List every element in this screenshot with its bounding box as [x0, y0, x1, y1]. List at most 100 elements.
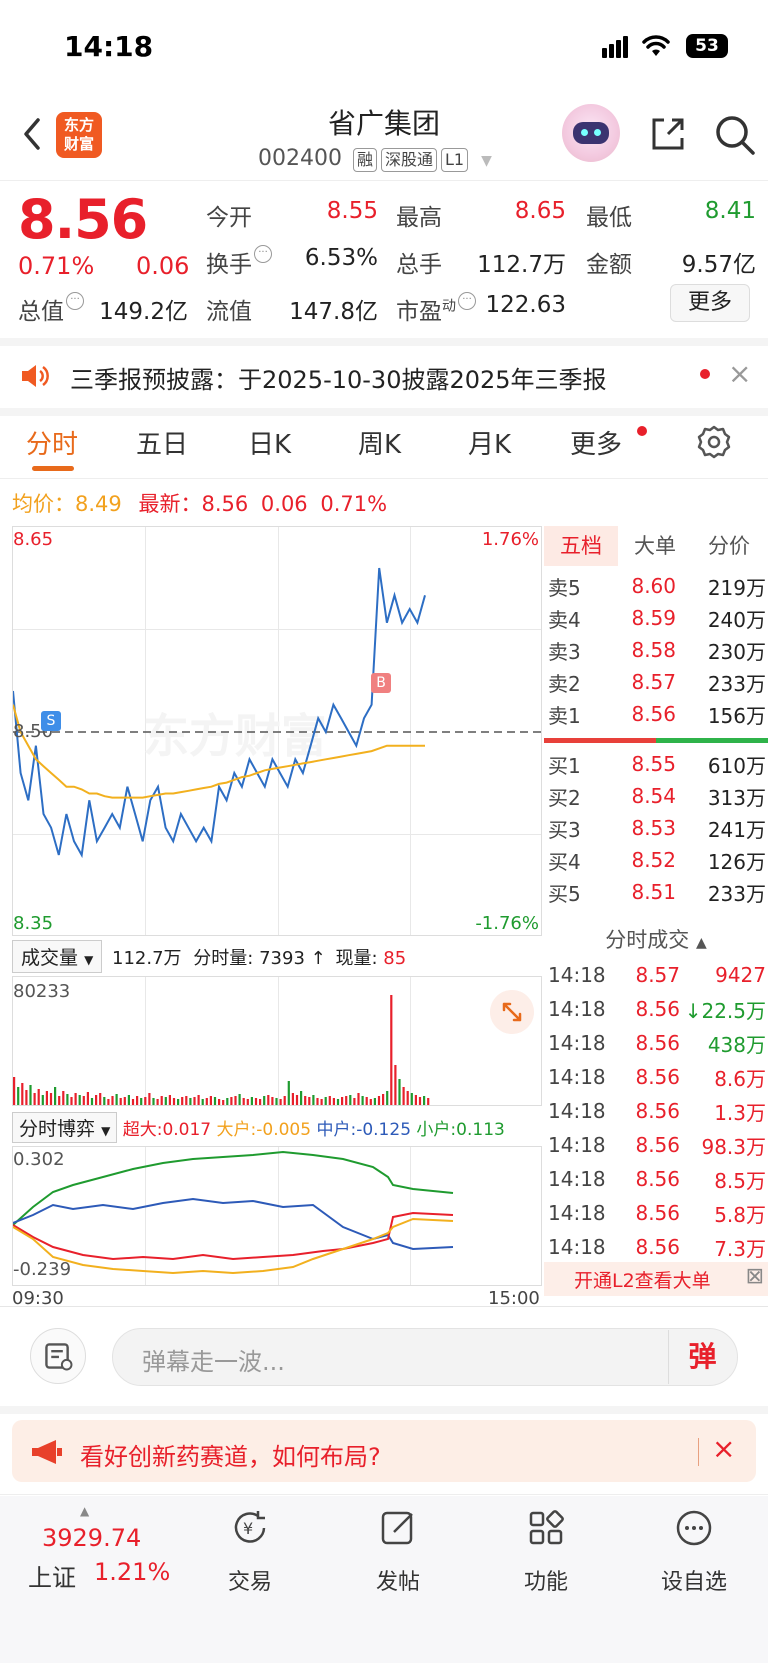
volume-bar	[234, 1096, 237, 1105]
volume-bar	[115, 1094, 118, 1105]
info-icon[interactable]: ···	[254, 245, 272, 263]
sell-marker[interactable]: S	[41, 711, 61, 731]
ask-row[interactable]: 卖3 8.58 230万	[544, 634, 768, 666]
volume-bar	[320, 1099, 323, 1105]
bid-price: 8.52	[631, 848, 676, 872]
volume-bar	[197, 1095, 200, 1105]
volume-bar	[144, 1097, 147, 1105]
status-icons: 53	[601, 34, 728, 62]
share-icon[interactable]	[648, 114, 688, 154]
tab-price-dist[interactable]: 分价	[692, 526, 766, 566]
capital-flow-header: 分时博弈 ▼ 超大:0.017 大户:-0.005 中户:-0.125 小户:0…	[12, 1112, 542, 1146]
tick-time: 14:18	[548, 963, 606, 987]
capital-flow-chart[interactable]: 0.302 -0.239	[12, 1146, 542, 1286]
status-time: 14:18	[64, 30, 154, 63]
amount-label: 金额	[586, 252, 632, 278]
bid-row[interactable]: 买2 8.54 313万	[544, 780, 768, 812]
capital-flow-selector[interactable]: 分时博弈 ▼	[12, 1112, 118, 1143]
change-amount: 0.06	[136, 252, 190, 280]
danmu-send-button[interactable]: 弹	[668, 1330, 736, 1384]
chevron-down-icon[interactable]: ▼	[481, 153, 492, 169]
volume-bar	[95, 1095, 98, 1105]
volume-bar	[369, 1099, 372, 1105]
ask-row[interactable]: 卖5 8.60 219万	[544, 570, 768, 602]
tab-weekly-k[interactable]: 周K	[358, 424, 401, 461]
bid-row[interactable]: 买5 8.51 233万	[544, 876, 768, 908]
stock-code-row[interactable]: 002400 融深股通 L1 ▼	[258, 146, 492, 172]
intraday-chart[interactable]: 东方财富 8.65 8.50 8.35 1.76% -1.76% S B	[12, 526, 543, 936]
volume-bar	[86, 1092, 89, 1105]
volume-header: 成交量 ▼ 112.7万 分时量: 7393 ↑ 现量: 85	[12, 940, 542, 973]
volume-chart[interactable]: 80233	[12, 976, 542, 1106]
volume-bar	[156, 1099, 159, 1105]
tick-price: 8.56	[635, 1133, 680, 1157]
assistant-robot-icon[interactable]	[562, 104, 620, 162]
volume-bar	[345, 1096, 348, 1105]
tab-functions[interactable]: 功能	[486, 1508, 606, 1596]
volume-bar	[201, 1099, 204, 1105]
tab-monthly-k[interactable]: 月K	[468, 424, 511, 461]
danmu-placeholder: 弹幕走一波...	[142, 1348, 285, 1376]
tag-level: L1	[441, 148, 469, 172]
bid-label: 买1	[548, 753, 581, 778]
ask-volume: 156万	[707, 703, 766, 728]
tick-price: 8.56	[635, 1167, 680, 1191]
close-icon[interactable]: ×	[712, 1432, 735, 1465]
bid-row[interactable]: 买4 8.52 126万	[544, 844, 768, 876]
danmu-list-icon[interactable]	[30, 1328, 86, 1384]
index-value[interactable]: 3929.74	[42, 1524, 141, 1552]
tick-row: 14:18 8.56 98.3万	[548, 1128, 766, 1162]
tab-daily-k[interactable]: 日K	[248, 424, 291, 461]
info-icon[interactable]: ···	[458, 292, 476, 310]
index-name[interactable]: 上证	[28, 1558, 76, 1593]
last-price: 8.56	[18, 188, 148, 251]
volume-bar	[427, 1098, 430, 1105]
tab-watchlist[interactable]: 设自选	[634, 1508, 754, 1596]
close-icon[interactable]: ⊠	[746, 1264, 764, 1289]
buy-marker[interactable]: B	[371, 673, 391, 693]
volume-bar	[230, 1097, 233, 1105]
signal-icon	[601, 36, 635, 58]
settings-gear-icon[interactable]	[696, 424, 732, 460]
tick-volume: 8.6万	[714, 1066, 766, 1091]
low-value: 8.41	[704, 198, 756, 224]
close-icon[interactable]: ×	[728, 357, 751, 390]
tab-more[interactable]: 更多	[570, 424, 622, 461]
volume-selector[interactable]: 成交量 ▼	[12, 940, 103, 973]
tab-trade[interactable]: ¥ 交易	[190, 1508, 310, 1596]
amount-value: 9.57亿	[681, 252, 756, 278]
tick-row: 14:18 8.56 8.5万	[548, 1162, 766, 1196]
volume-bar	[402, 1087, 405, 1105]
volume-bars-svg	[13, 995, 430, 1105]
float-label: 流值	[206, 299, 252, 325]
wifi-icon	[642, 35, 670, 56]
price-chart-svg: 东方财富	[13, 567, 543, 859]
ask-price: 8.57	[631, 670, 676, 694]
expand-icon[interactable]	[490, 990, 534, 1034]
tab-level5[interactable]: 五档	[544, 526, 618, 566]
tab-5day[interactable]: 五日	[136, 424, 188, 461]
bid-label: 买2	[548, 785, 581, 810]
ask-row[interactable]: 卖2 8.57 233万	[544, 666, 768, 698]
ticks-title[interactable]: 分时成交 ▲	[544, 924, 768, 954]
volume-label: 总手	[396, 252, 442, 278]
ask-label: 卖1	[548, 703, 581, 728]
bid-row[interactable]: 买3 8.53 241万	[544, 812, 768, 844]
l2-upsell-bar[interactable]: 开通L2查看大单 ⊠	[544, 1262, 768, 1296]
info-icon[interactable]: ···	[66, 292, 84, 310]
ask-row[interactable]: 卖4 8.59 240万	[544, 602, 768, 634]
ask-row[interactable]: 卖1 8.56 156万	[544, 698, 768, 730]
volume-bar	[152, 1098, 155, 1105]
open-label: 今开	[206, 205, 252, 231]
tab-big-orders[interactable]: 大单	[618, 526, 692, 566]
tab-post[interactable]: 发帖	[338, 1508, 458, 1596]
volume-bar	[70, 1097, 73, 1105]
index-percent[interactable]: 1.21%	[94, 1558, 170, 1586]
bid-row[interactable]: 买1 8.55 610万	[544, 748, 768, 780]
volume-bar	[123, 1097, 126, 1105]
search-icon[interactable]	[714, 114, 756, 156]
more-button[interactable]: 更多	[670, 284, 750, 322]
open-value: 8.55	[326, 198, 378, 224]
tab-intraday[interactable]: 分时	[26, 424, 78, 461]
tick-price: 8.56	[635, 997, 680, 1021]
